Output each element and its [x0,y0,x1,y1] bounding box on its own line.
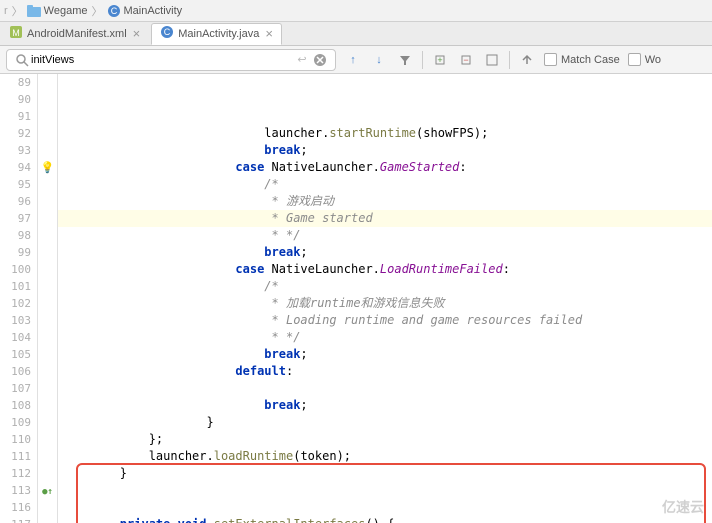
divider [422,51,423,69]
breadcrumb-folder[interactable]: Wegame [44,5,88,17]
clear-icon[interactable] [311,51,329,69]
search-bar: ↩ ↑ ↓ + − Match Case Wo [0,46,712,74]
code-line[interactable]: break; [58,397,712,414]
close-icon[interactable]: × [265,26,273,41]
code-line[interactable]: } [58,465,712,482]
checkbox-icon [628,53,641,66]
code-line[interactable]: * Loading runtime and game resources fai… [58,312,712,329]
code-line[interactable]: private void setExternalInterfaces() { [58,516,712,523]
code-line[interactable]: /* [58,176,712,193]
tab-mainactivity[interactable]: C MainActivity.java × [151,23,282,45]
fold-remove-icon[interactable]: − [457,51,475,69]
code-line[interactable]: break; [58,142,712,159]
class-icon: C [107,4,121,18]
breadcrumb-sep-icon: 〉 [92,3,103,19]
tab-label: AndroidManifest.xml [27,28,127,40]
breadcrumb-prev[interactable]: r [4,5,8,17]
select-all-icon[interactable] [483,51,501,69]
line-numbers: 8990919293949596979899100101102103104105… [0,74,38,523]
code-line[interactable]: default: [58,363,712,380]
code-area[interactable]: launcher.startRuntime(showFPS); break; c… [58,74,712,523]
search-input[interactable] [31,54,293,66]
arrow-down-icon[interactable]: ↓ [370,51,388,69]
code-line[interactable]: break; [58,346,712,363]
code-line[interactable]: case NativeLauncher.GameStarted: [58,159,712,176]
arrow-up-icon[interactable]: ↑ [344,51,362,69]
code-line[interactable]: * Game started [58,210,712,227]
code-editor[interactable]: 8990919293949596979899100101102103104105… [0,74,712,523]
match-case-label: Match Case [561,54,620,66]
code-line[interactable] [58,380,712,397]
tab-bar: M AndroidManifest.xml × C MainActivity.j… [0,22,712,46]
code-line[interactable]: }; [58,431,712,448]
filter-icon[interactable] [396,51,414,69]
code-line[interactable]: launcher.startRuntime(showFPS); [58,125,712,142]
code-line[interactable]: break; [58,244,712,261]
checkbox-icon [544,53,557,66]
folder-icon [27,4,41,16]
code-line[interactable]: * 加载runtime和游戏信息失败 [58,295,712,312]
svg-text:M: M [12,28,20,38]
code-line[interactable] [58,499,712,516]
export-icon[interactable] [518,51,536,69]
svg-text:C: C [164,27,171,37]
words-checkbox[interactable]: Wo [628,53,661,66]
search-icon [13,51,31,69]
tab-androidmanifest[interactable]: M AndroidManifest.xml × [0,23,149,45]
svg-text:−: − [463,55,468,65]
close-icon[interactable]: × [133,26,141,41]
divider [509,51,510,69]
breadcrumb-class[interactable]: MainActivity [124,5,183,17]
svg-text:C: C [110,6,117,16]
svg-text:+: + [437,55,442,65]
tab-label: MainActivity.java [178,28,259,40]
fold-add-icon[interactable]: + [431,51,449,69]
breadcrumb-sep-icon: 〉 [12,3,23,19]
history-icon[interactable]: ↩ [293,51,311,69]
search-box[interactable]: ↩ [6,49,336,71]
code-line[interactable]: } [58,414,712,431]
code-line[interactable]: * */ [58,227,712,244]
breadcrumb: r 〉 Wegame 〉 C MainActivity [0,0,712,22]
code-line[interactable]: launcher.loadRuntime(token); [58,448,712,465]
xml-file-icon: M [9,25,23,42]
code-line[interactable]: * 游戏启动 [58,193,712,210]
code-line[interactable]: /* [58,278,712,295]
class-file-icon: C [160,25,174,42]
code-line[interactable]: case NativeLauncher.LoadRuntimeFailed: [58,261,712,278]
code-line[interactable]: * */ [58,329,712,346]
gutter-icons: 💡●↑ [38,74,58,523]
words-label: Wo [645,54,661,66]
match-case-checkbox[interactable]: Match Case [544,53,620,66]
code-line[interactable] [58,482,712,499]
